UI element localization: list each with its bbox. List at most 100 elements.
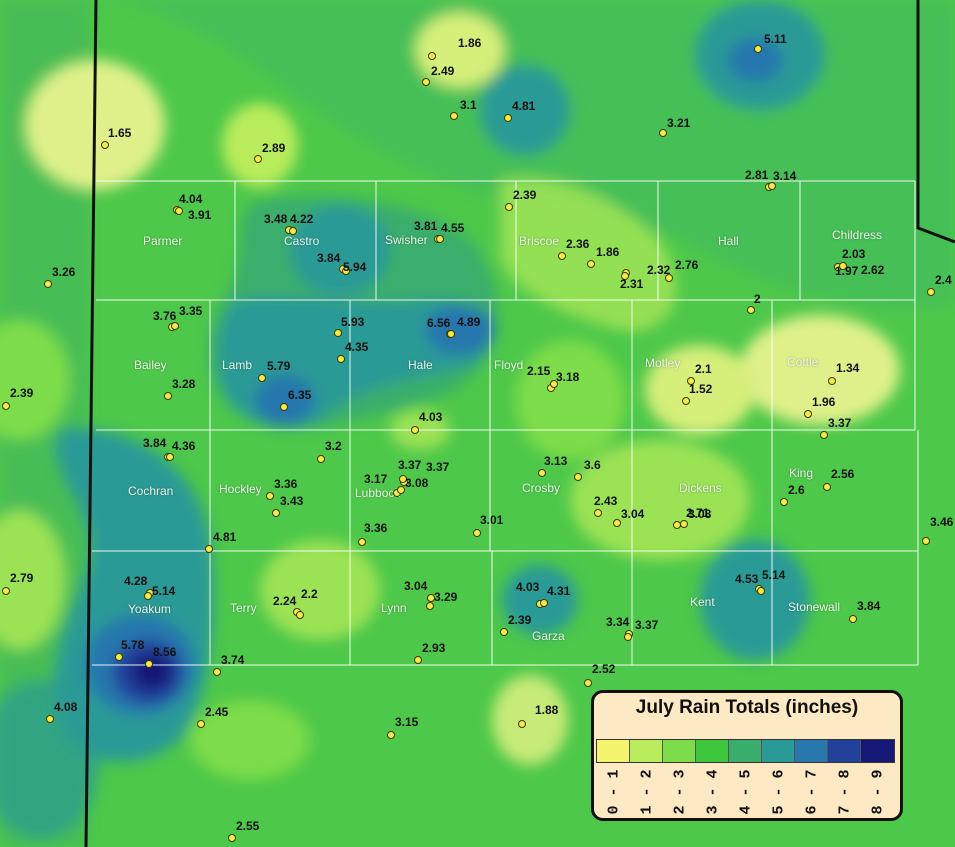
station-marker <box>266 492 274 500</box>
legend-swatches <box>596 739 895 763</box>
station-rainfall-value: 4.89 <box>457 315 481 329</box>
station-rainfall-value: 5.94 <box>343 260 367 274</box>
station-rainfall-value: 2.93 <box>422 641 446 655</box>
station-rainfall-value: 3.08 <box>688 507 712 521</box>
station-marker <box>426 602 434 610</box>
legend-range-label: 0 - 1 <box>605 769 622 815</box>
station-marker <box>747 306 755 314</box>
station-rainfall-value: 3.36 <box>274 477 298 491</box>
county-label: Childress <box>832 228 883 242</box>
station-rainfall-value: 4.81 <box>213 530 237 544</box>
station-rainfall-value: 3.14 <box>773 169 797 183</box>
county-label: Cottle <box>787 355 819 369</box>
station-marker <box>296 611 304 619</box>
legend-range-label: 4 - 5 <box>737 769 754 815</box>
station-rainfall-value: 5.14 <box>762 568 786 582</box>
station-rainfall-value: 4.03 <box>516 580 540 594</box>
station-marker <box>804 410 812 418</box>
station-rainfall-value: 2.39 <box>508 613 532 627</box>
station-rainfall-value: 2.39 <box>10 386 34 400</box>
station-marker <box>197 720 205 728</box>
station-marker <box>387 731 395 739</box>
station-rainfall-value: 6.35 <box>288 388 312 402</box>
station-marker <box>358 538 366 546</box>
station-rainfall-value: 8.56 <box>153 645 177 659</box>
county-label: Lamb <box>222 358 253 372</box>
station-marker <box>820 431 828 439</box>
station-marker <box>680 520 688 528</box>
station-marker <box>558 252 566 260</box>
station-rainfall-value: 2.55 <box>236 819 260 833</box>
station-rainfall-value: 4.22 <box>290 212 314 226</box>
station-rainfall-value: 6.56 <box>427 316 451 330</box>
station-rainfall-value: 5.14 <box>152 584 176 598</box>
station-rainfall-value: 3.91 <box>188 208 212 222</box>
station-rainfall-value: 2.62 <box>861 263 885 277</box>
legend-swatch <box>729 740 762 762</box>
station-rainfall-value: 3.74 <box>221 653 245 667</box>
county-label: Kent <box>690 595 715 609</box>
station-rainfall-value: 2.24 <box>273 594 297 608</box>
legend-range-label: 6 - 7 <box>803 769 820 815</box>
legend-swatch <box>663 740 696 762</box>
station-rainfall-value: 3.6 <box>584 458 601 472</box>
station-rainfall-value: 4.28 <box>124 574 148 588</box>
station-marker <box>849 615 857 623</box>
station-rainfall-value: 3.84 <box>143 436 167 450</box>
station-rainfall-value: 3.37 <box>635 618 659 632</box>
county-label: Briscoe <box>519 234 560 248</box>
station-rainfall-value: 3.1 <box>460 98 477 112</box>
station-marker <box>927 288 935 296</box>
station-marker <box>922 537 930 545</box>
station-rainfall-value: 5.79 <box>267 359 291 373</box>
station-rainfall-value: 3.48 <box>264 212 288 226</box>
station-rainfall-value: 3.84 <box>317 251 341 265</box>
station-marker <box>144 592 152 600</box>
station-marker <box>436 235 444 243</box>
station-marker <box>166 453 174 461</box>
station-marker <box>46 715 54 723</box>
station-rainfall-value: 3.35 <box>179 304 203 318</box>
station-marker <box>823 483 831 491</box>
station-rainfall-value: 3.37 <box>828 416 852 430</box>
station-marker <box>272 509 280 517</box>
county-label: Stonewall <box>788 600 841 614</box>
station-rainfall-value: 4.81 <box>512 99 536 113</box>
station-marker <box>613 519 621 527</box>
county-label: Motley <box>645 356 681 370</box>
station-marker <box>280 403 288 411</box>
station-rainfall-value: 1.52 <box>689 382 713 396</box>
station-rainfall-value: 3.04 <box>621 507 645 521</box>
station-rainfall-value: 2.4 <box>935 273 952 287</box>
station-marker <box>164 392 172 400</box>
station-marker <box>587 260 595 268</box>
county-label: Crosby <box>522 481 561 495</box>
station-rainfall-value: 3.08 <box>405 476 429 490</box>
legend-swatch <box>828 740 861 762</box>
station-rainfall-value: 3.21 <box>667 116 691 130</box>
legend-range-label: 3 - 4 <box>704 769 721 815</box>
station-rainfall-value: 4.04 <box>179 192 203 206</box>
station-marker <box>414 656 422 664</box>
station-rainfall-value: 4.08 <box>54 700 78 714</box>
station-rainfall-value: 2.49 <box>431 64 455 78</box>
station-marker <box>500 628 508 636</box>
county-label: Hockley <box>219 482 262 496</box>
station-rainfall-value: 3.13 <box>544 454 568 468</box>
station-rainfall-value: 3.15 <box>395 715 419 729</box>
legend-title: July Rain Totals (inches) <box>635 697 859 718</box>
station-marker <box>228 834 236 842</box>
station-rainfall-value: 2.15 <box>527 364 551 378</box>
county-label: Cochran <box>128 484 174 498</box>
station-marker <box>101 141 109 149</box>
county-label: Swisher <box>385 233 428 247</box>
legend-range-label: 1 - 2 <box>638 769 655 815</box>
legend-swatch <box>597 740 630 762</box>
county-label: Lynn <box>381 601 407 615</box>
legend-range-label: 2 - 3 <box>671 769 688 815</box>
station-marker <box>289 227 297 235</box>
station-rainfall-value: 2.6 <box>788 483 805 497</box>
legend-swatch <box>630 740 663 762</box>
station-rainfall-value: 2.76 <box>675 258 699 272</box>
station-rainfall-value: 5.93 <box>341 315 365 329</box>
